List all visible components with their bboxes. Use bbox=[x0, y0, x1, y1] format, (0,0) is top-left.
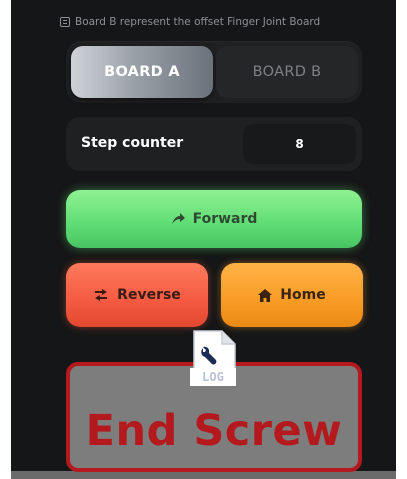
screen-edge bbox=[11, 471, 396, 479]
board-note: Board B represent the offset Finger Join… bbox=[60, 14, 320, 30]
board-selector: BOARD A BOARD B bbox=[66, 41, 362, 103]
reverse-arrow-icon bbox=[95, 289, 108, 301]
board-note-text: Board B represent the offset Finger Join… bbox=[75, 16, 321, 28]
step-counter-label: Step counter bbox=[81, 135, 184, 151]
home-label: Home bbox=[280, 287, 326, 303]
log-file-label: LOG bbox=[202, 370, 224, 384]
forward-arrow-icon bbox=[171, 213, 185, 224]
board-a-button[interactable]: BOARD A bbox=[71, 46, 213, 98]
reverse-label: Reverse bbox=[117, 287, 181, 303]
board-b-button[interactable]: BOARD B bbox=[216, 46, 358, 98]
home-icon bbox=[258, 288, 273, 302]
log-file-icon[interactable]: LOG bbox=[189, 330, 237, 388]
reverse-button[interactable]: Reverse bbox=[66, 263, 208, 327]
info-note-icon bbox=[60, 17, 70, 27]
step-counter-input[interactable]: 8 bbox=[243, 124, 356, 164]
end-screw-label: End Screw bbox=[85, 406, 343, 456]
forward-label: Forward bbox=[192, 211, 258, 227]
forward-button[interactable]: Forward bbox=[66, 190, 362, 248]
step-counter-panel: Step counter 8 bbox=[66, 117, 362, 171]
home-button[interactable]: Home bbox=[221, 263, 363, 327]
